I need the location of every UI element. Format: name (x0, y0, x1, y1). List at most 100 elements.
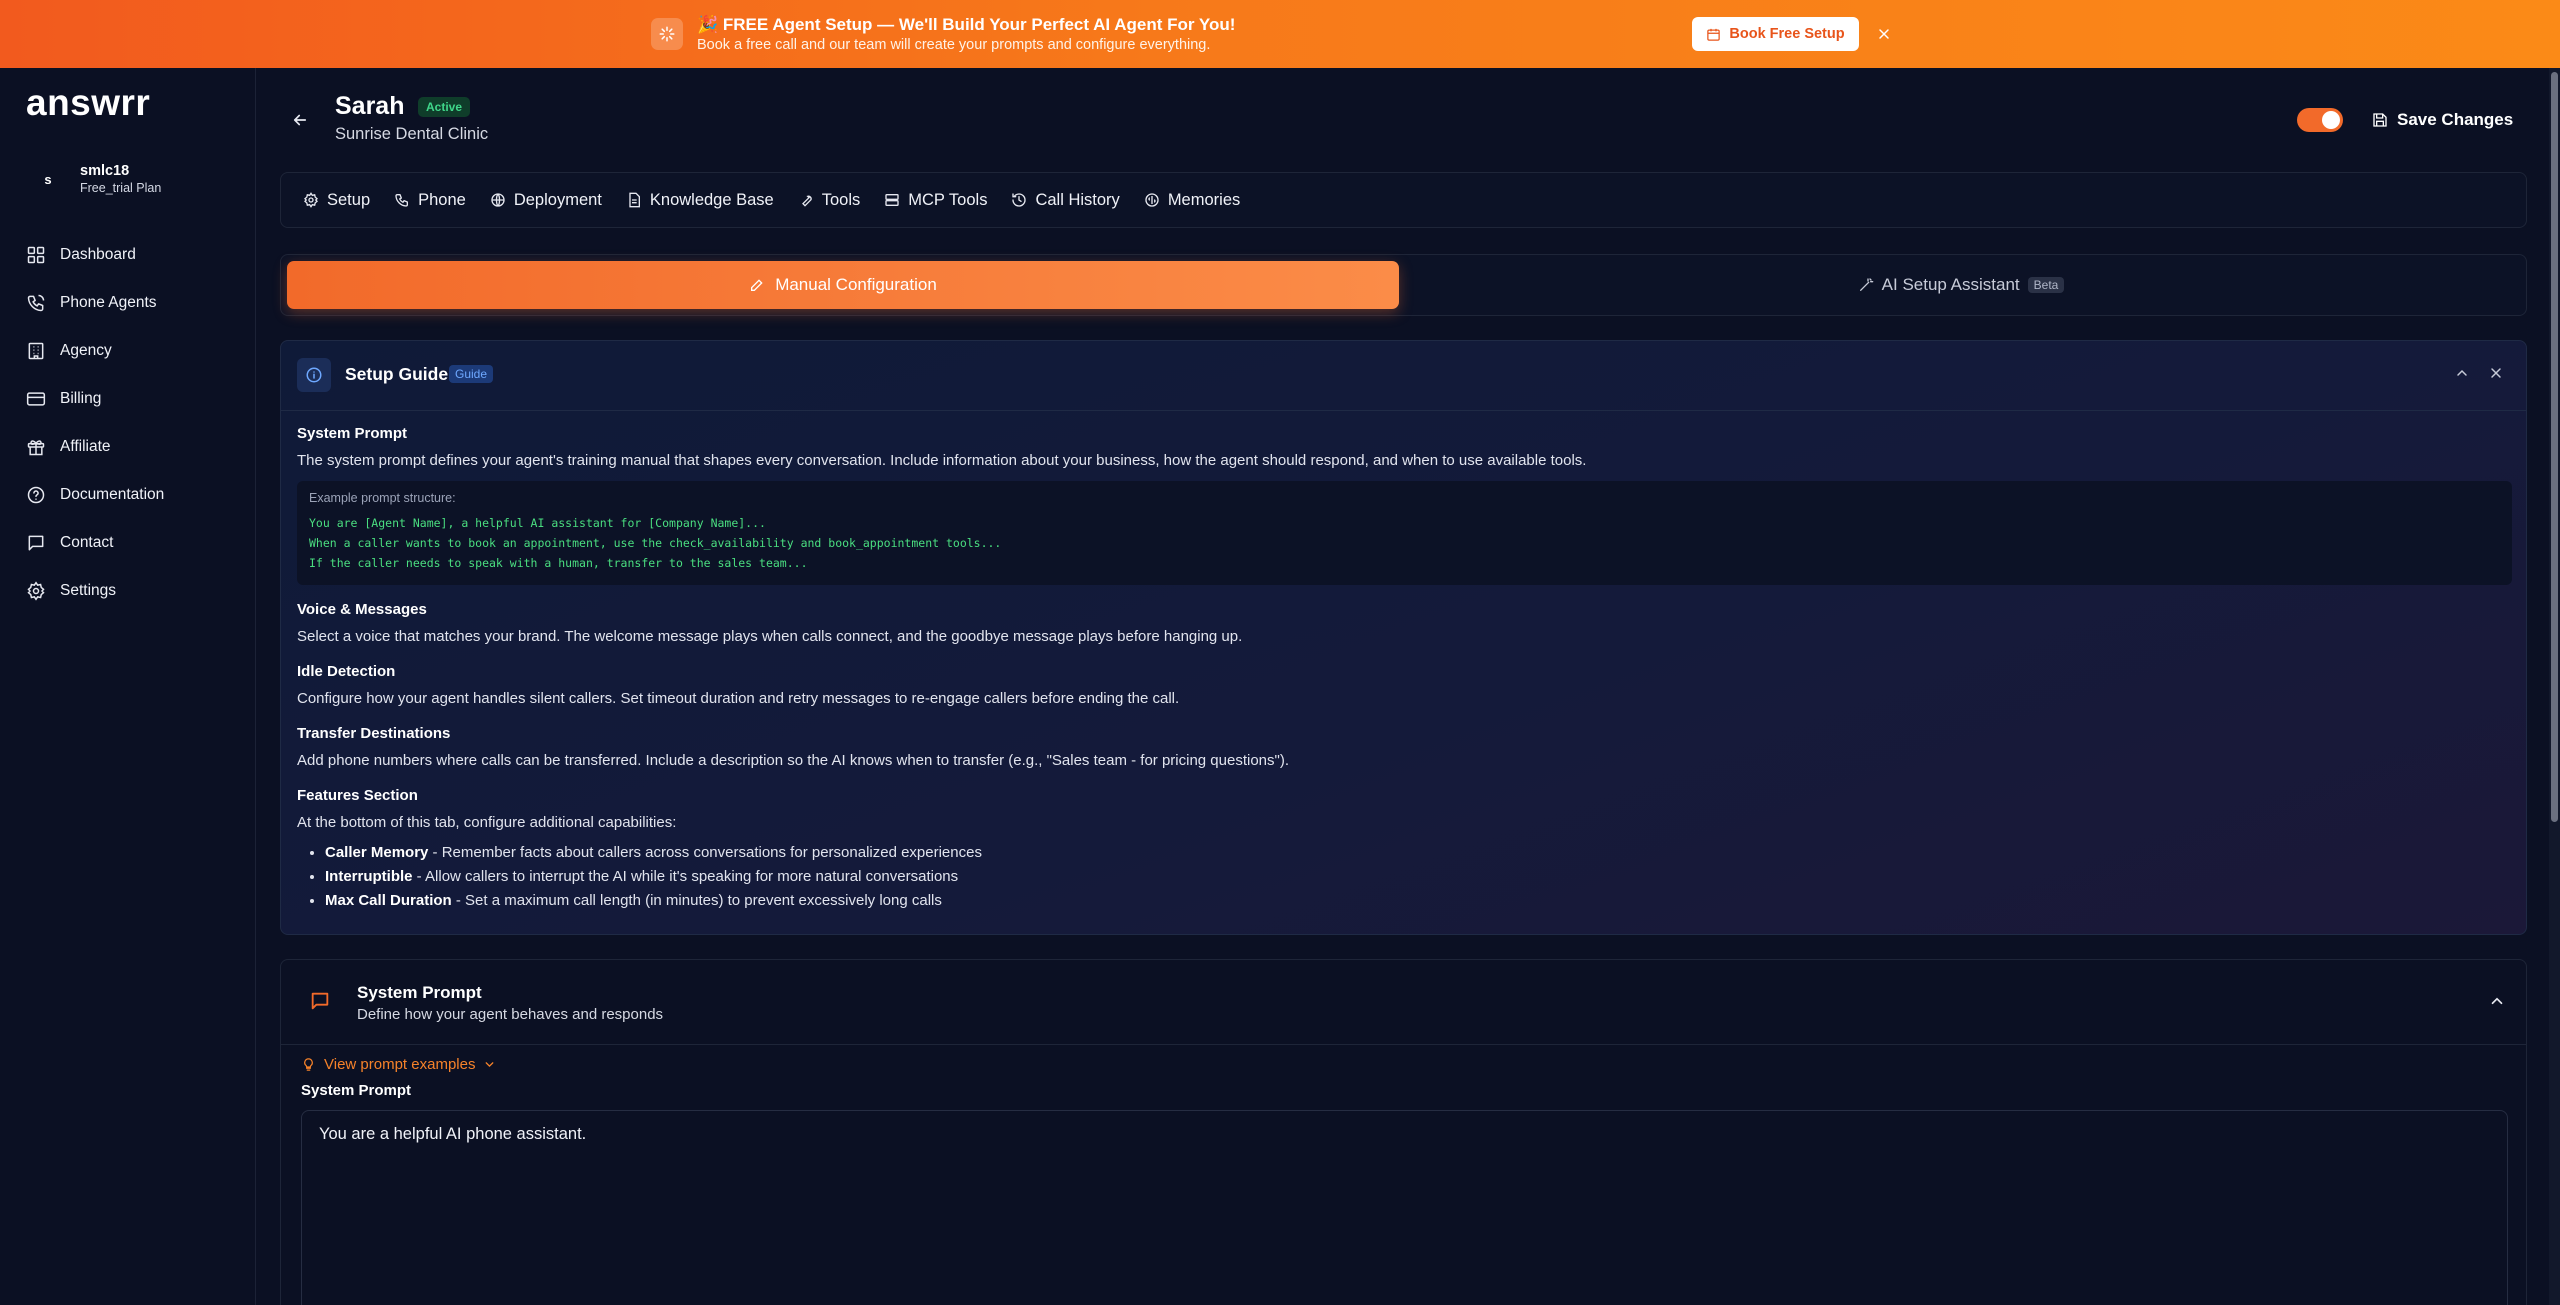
sidebar-item-label: Contact (60, 534, 114, 551)
sidebar-item-documentation[interactable]: Documentation (26, 471, 246, 519)
system-prompt-header[interactable]: System Prompt Define how your agent beha… (281, 960, 2526, 1045)
list-item: Max Call Duration - Set a maximum call l… (325, 889, 2512, 913)
chevron-up-icon[interactable] (2488, 992, 2506, 1015)
gear-icon (27, 581, 45, 601)
sidebar-item-phone-agents[interactable]: Phone Agents (26, 279, 246, 327)
setup-guide-body: System Prompt The system prompt defines … (297, 425, 2512, 913)
sparkle-icon (651, 18, 683, 50)
book-free-setup-button[interactable]: Book Free Setup (1692, 17, 1859, 51)
sidebar-item-affiliate[interactable]: Affiliate (26, 423, 246, 471)
system-prompt-textarea[interactable]: You are a helpful AI phone assistant. (301, 1110, 2508, 1305)
features-list: Caller Memory - Remember facts about cal… (325, 841, 2512, 913)
wrench-icon (801, 195, 812, 207)
configuration-mode-switch: Manual Configuration AI Setup Assistant … (280, 254, 2527, 316)
feature-desc: - Set a maximum call length (in minutes)… (451, 892, 942, 909)
sidebar-nav: Dashboard Phone Agents Agency Billing Af… (26, 231, 246, 615)
sidebar-item-label: Agency (60, 342, 112, 359)
tab-label: Phone (418, 190, 466, 209)
ai-setup-assistant-label: AI Setup Assistant (1881, 275, 2020, 294)
feature-name: Max Call Duration (325, 892, 452, 909)
tab-label: Deployment (513, 190, 602, 209)
example-prompt-label: Example prompt structure: (309, 491, 456, 505)
app-logo[interactable]: answrr (26, 82, 150, 124)
chat-bubble-icon (309, 990, 331, 1017)
company-name: Sunrise Dental Clinic (335, 125, 489, 143)
guide-text-features: At the bottom of this tab, configure add… (297, 814, 677, 831)
list-item: Interruptible - Allow callers to interru… (325, 865, 2512, 889)
view-prompt-examples-label: View prompt examples (324, 1056, 476, 1073)
sidebar-item-label: Documentation (60, 486, 165, 503)
tab-label: Tools (821, 190, 861, 209)
arrow-left-icon (293, 114, 307, 126)
tab-tools[interactable]: Tools (798, 190, 861, 210)
view-prompt-examples-link[interactable]: View prompt examples (301, 1056, 496, 1073)
message-icon (28, 535, 44, 551)
save-changes-button[interactable]: Save Changes (2372, 106, 2513, 134)
feature-desc: - Allow callers to interrupt the AI whil… (412, 868, 959, 885)
system-prompt-subtitle: Define how your agent behaves and respon… (357, 1006, 664, 1023)
setup-guide-title: Setup Guide (345, 364, 449, 384)
user-plan: Free_trial Plan (80, 180, 162, 195)
guide-heading-idle: Idle Detection (297, 663, 396, 680)
guide-heading-transfer: Transfer Destinations (297, 725, 451, 742)
history-icon (1012, 193, 1027, 207)
tab-label: Call History (1035, 190, 1120, 209)
phone-icon (27, 294, 45, 312)
sidebar-item-dashboard[interactable]: Dashboard (26, 231, 246, 279)
sidebar-item-agency[interactable]: Agency (26, 327, 246, 375)
sidebar-item-contact[interactable]: Contact (26, 519, 246, 567)
system-prompt-card: System Prompt Define how your agent beha… (280, 959, 2527, 1305)
tab-setup[interactable]: Setup (303, 191, 370, 210)
agent-enabled-toggle[interactable] (2297, 108, 2343, 132)
feature-name: Caller Memory (325, 844, 429, 861)
close-icon[interactable] (2488, 365, 2504, 386)
beta-badge: Beta (2027, 277, 2065, 293)
list-item: Caller Memory - Remember facts about cal… (325, 841, 2512, 865)
save-changes-label: Save Changes (2397, 110, 2514, 129)
book-free-setup-label: Book Free Setup (1729, 26, 1845, 42)
sidebar-item-billing[interactable]: Billing (26, 375, 246, 423)
tab-memories[interactable]: Memories (1144, 191, 1240, 210)
banner-subtitle: Book a free call and our team will creat… (697, 36, 1211, 53)
close-banner-icon[interactable] (1872, 22, 1896, 46)
brain-icon (1145, 193, 1159, 207)
status-badge: Active (418, 97, 471, 117)
tab-call-history[interactable]: Call History (1011, 190, 1120, 210)
pencil-icon (751, 279, 763, 291)
tab-mcp-tools[interactable]: MCP Tools (884, 191, 987, 210)
lightbulb-icon (304, 1058, 313, 1071)
sidebar-item-settings[interactable]: Settings (26, 567, 246, 615)
chevron-down-icon (486, 1062, 494, 1068)
tab-label: MCP Tools (908, 190, 988, 209)
tab-label: Knowledge Base (649, 190, 774, 209)
calendar-icon (1707, 28, 1721, 41)
promo-banner: 🎉 FREE Agent Setup — We'll Build Your Pe… (0, 0, 2560, 68)
tab-knowledge-base[interactable]: Knowledge Base (626, 191, 774, 210)
manual-configuration-button[interactable]: Manual Configuration (287, 261, 1399, 309)
tab-deployment[interactable]: Deployment (490, 191, 602, 210)
chevron-up-icon[interactable] (2454, 365, 2470, 386)
feature-desc: - Remember facts about callers across co… (428, 844, 982, 861)
credit-card-icon (26, 392, 46, 406)
server-icon (885, 194, 899, 206)
ai-setup-assistant-button[interactable]: AI Setup Assistant Beta (1405, 261, 2517, 309)
tab-phone[interactable]: Phone (394, 191, 466, 210)
back-button[interactable] (288, 108, 312, 132)
banner-title: 🎉 FREE Agent Setup — We'll Build Your Pe… (697, 14, 1236, 34)
tab-label: Setup (327, 190, 371, 209)
feature-name: Interruptible (325, 868, 413, 885)
example-prompt-line: You are [Agent Name], a helpful AI assis… (309, 516, 766, 530)
avatar: s (44, 171, 52, 187)
document-icon (629, 192, 640, 208)
magic-wand-icon (1859, 278, 1874, 291)
gear-icon (304, 192, 318, 208)
example-prompt-block: Example prompt structure: You are [Agent… (297, 481, 2512, 585)
save-icon (2373, 113, 2387, 127)
guide-badge: Guide (449, 365, 494, 383)
example-prompt-line: If the caller needs to speak with a huma… (309, 556, 808, 570)
user-profile[interactable]: s smlc18 Free_trial Plan (26, 162, 161, 196)
page-scrollbar-thumb[interactable] (2551, 72, 2558, 822)
guide-heading-system-prompt: System Prompt (297, 425, 408, 442)
toggle-knob (2322, 111, 2340, 129)
tab-label: Memories (1167, 190, 1241, 209)
